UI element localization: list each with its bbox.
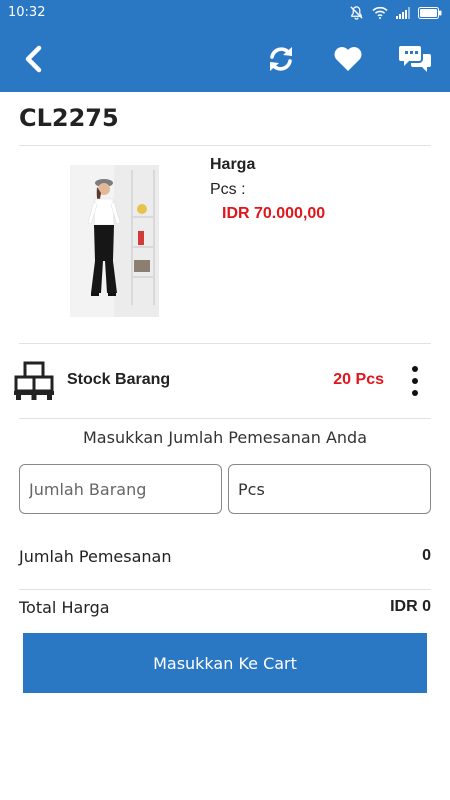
product-image[interactable] <box>70 165 159 317</box>
refresh-button[interactable] <box>259 37 303 81</box>
mute-icon <box>350 6 363 20</box>
total-price-value: IDR 0 <box>390 598 431 615</box>
order-prompt: Masukkan Jumlah Pemesanan Anda <box>83 428 367 447</box>
chat-button[interactable] <box>394 37 438 81</box>
more-options-button[interactable] <box>403 363 427 399</box>
price-value: IDR 70.000,00 <box>222 205 326 222</box>
divider <box>19 589 431 590</box>
status-bar: 10:32 <box>0 0 450 25</box>
battery-icon <box>418 6 442 19</box>
add-to-cart-button[interactable]: Masukkan Ke Cart <box>23 633 427 693</box>
unit-field[interactable] <box>228 464 431 514</box>
back-icon <box>25 45 42 73</box>
signal-icon <box>396 6 410 19</box>
divider <box>19 145 431 146</box>
refresh-icon <box>270 47 292 71</box>
heart-icon <box>334 47 362 71</box>
more-vertical-icon <box>412 366 418 372</box>
chat-icon <box>399 46 431 72</box>
price-label: Harga <box>210 156 256 173</box>
order-quantity-label: Jumlah Pemesanan <box>19 547 172 566</box>
stock-value: 20 Pcs <box>333 371 384 388</box>
wifi-icon <box>372 6 388 19</box>
order-quantity-value: 0 <box>422 547 431 564</box>
unit-label: Pcs : <box>210 181 246 198</box>
app-bar <box>0 25 450 92</box>
divider <box>19 343 431 344</box>
back-button[interactable] <box>12 37 56 81</box>
stock-label: Stock Barang <box>67 371 171 388</box>
quantity-input[interactable] <box>19 464 222 514</box>
favorite-button[interactable] <box>326 37 370 81</box>
total-price-label: Total Harga <box>19 598 110 617</box>
divider <box>19 418 431 419</box>
product-code: CL2275 <box>19 104 119 132</box>
pallet-boxes-icon <box>14 361 54 400</box>
status-time: 10:32 <box>8 5 46 20</box>
status-icons <box>349 5 442 20</box>
